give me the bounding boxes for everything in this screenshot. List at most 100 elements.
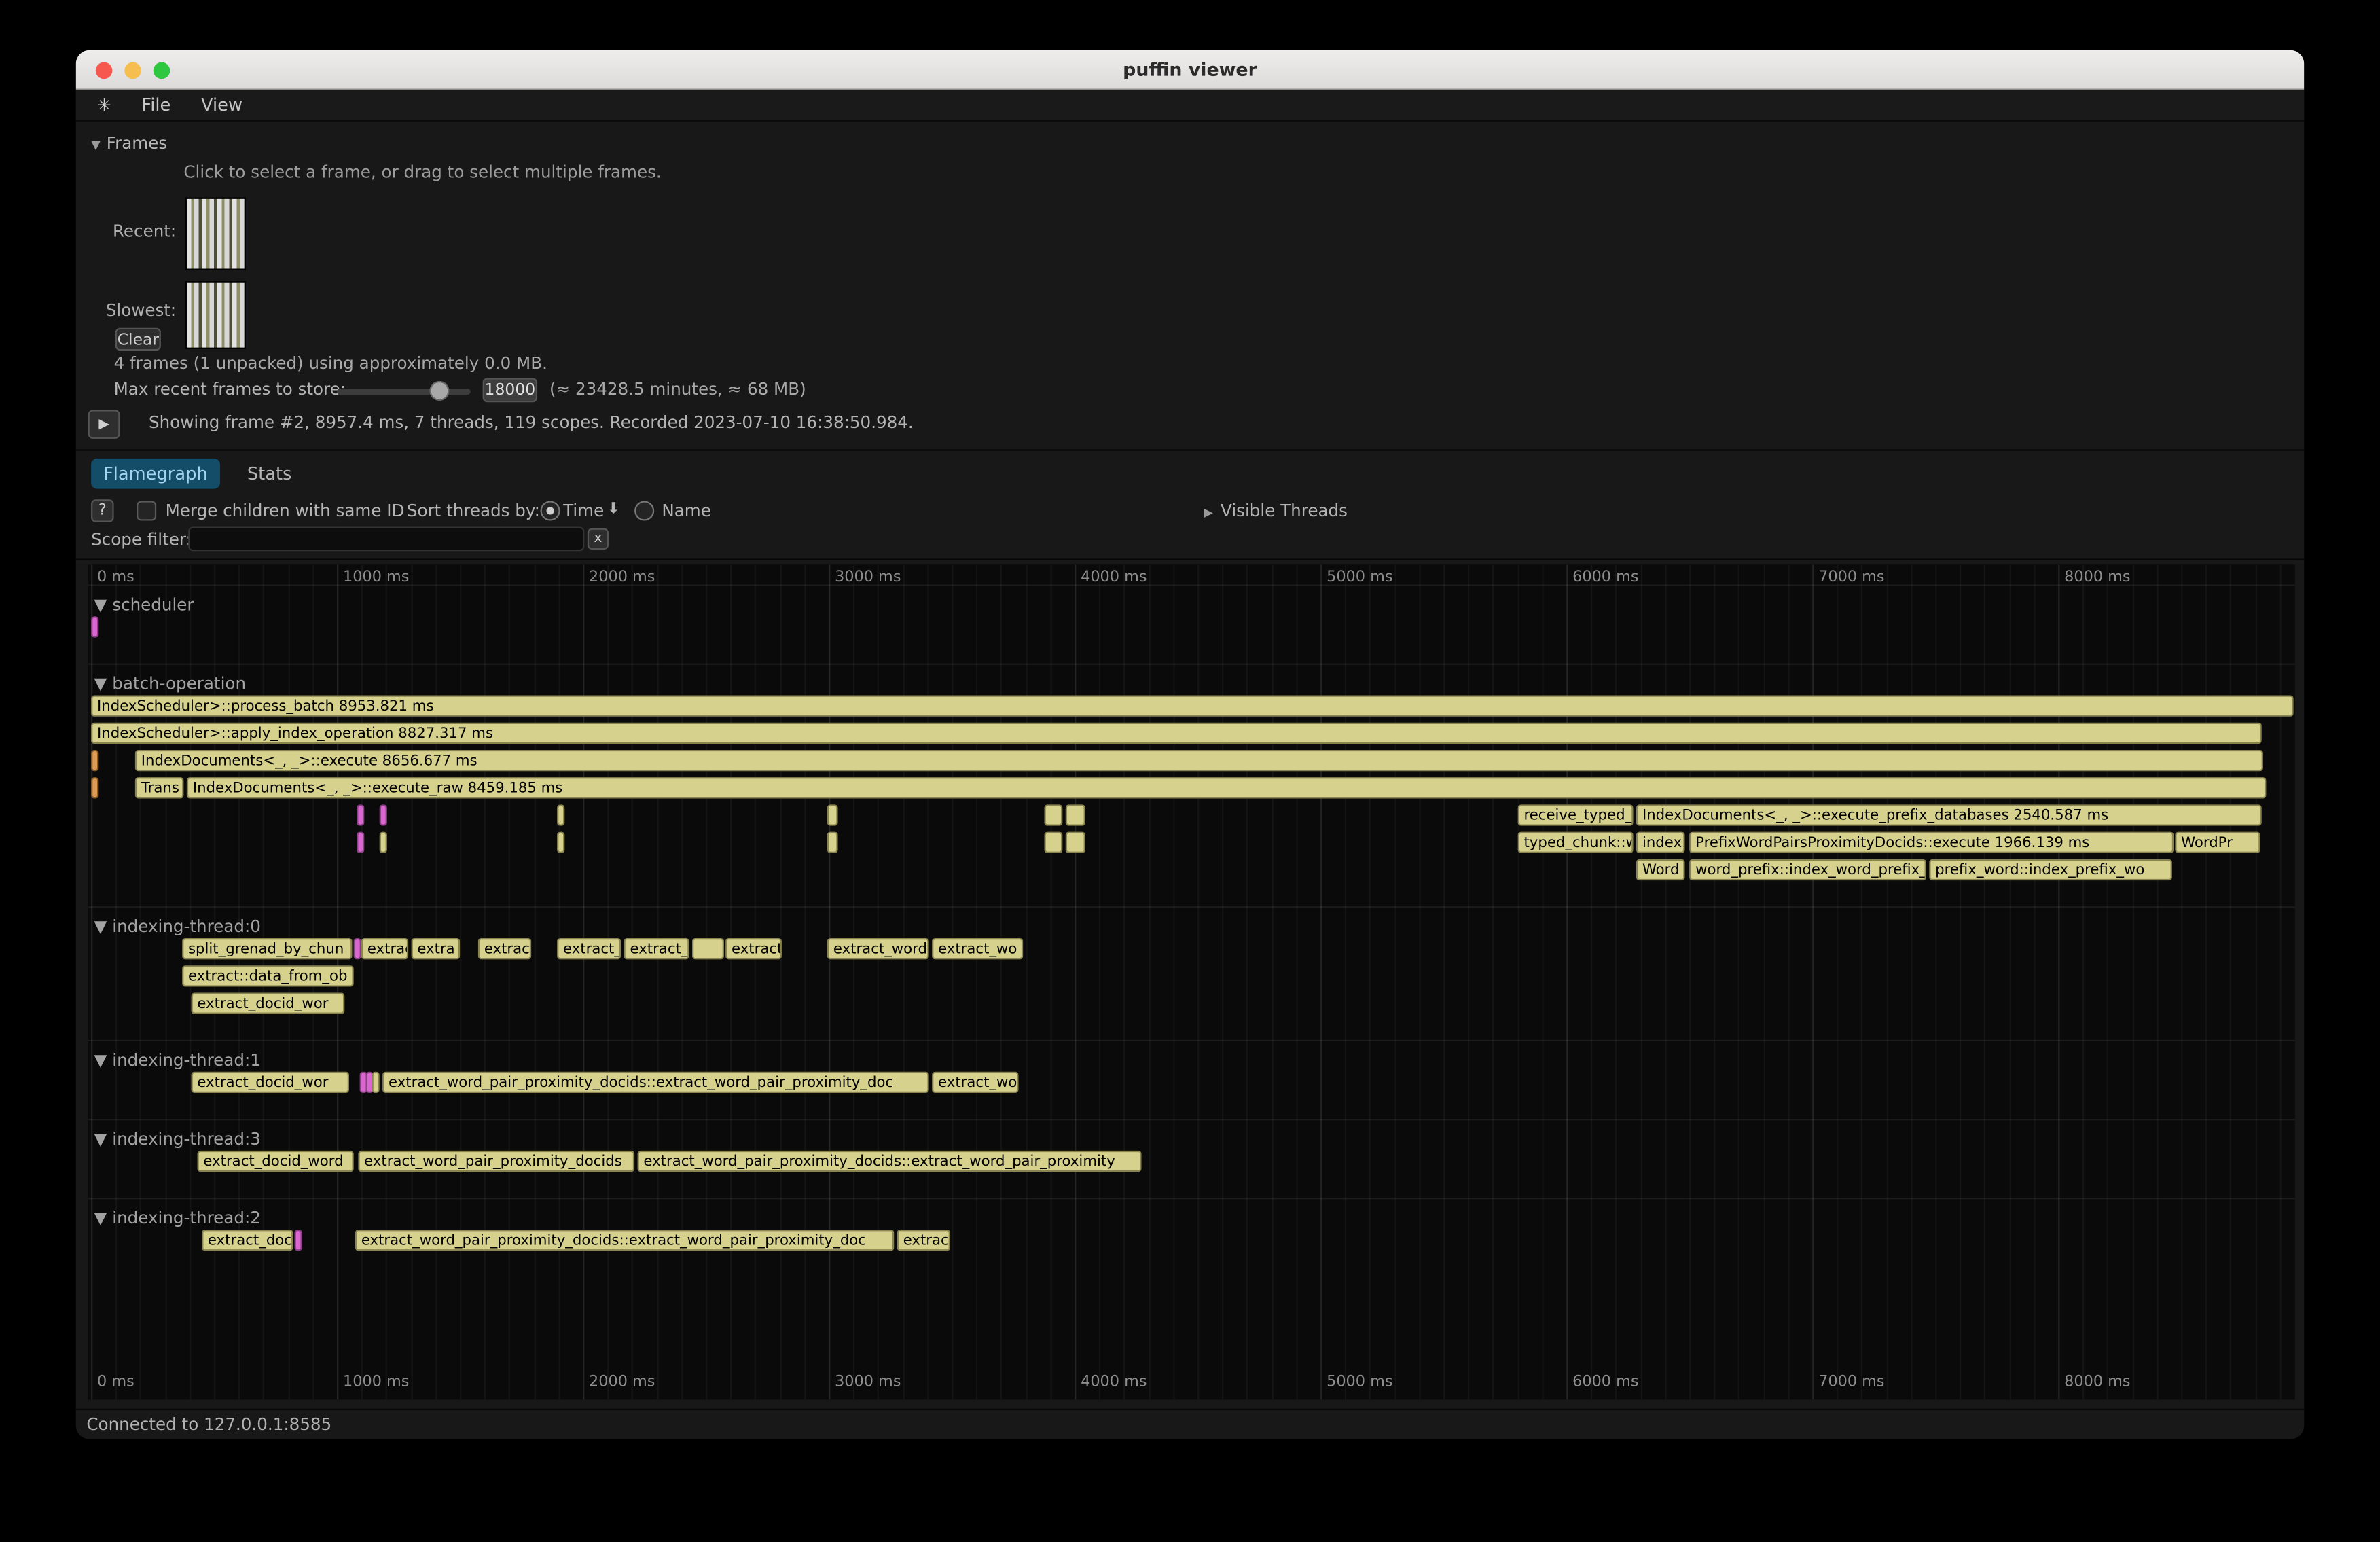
clear-filter-button[interactable]: x	[588, 528, 609, 550]
scope-span[interactable]: receive_typed_	[1518, 804, 1634, 825]
sort-time-radio[interactable]	[541, 501, 560, 520]
scope-span[interactable]: prefix_word::index_prefix_wo	[1929, 859, 2172, 880]
scope-span[interactable]	[692, 938, 724, 959]
scope-span[interactable]: extract_doc	[202, 1230, 293, 1251]
scope-span[interactable]	[372, 1072, 380, 1093]
thread-header-batch-operation[interactable]: ▼ batch-operation	[94, 674, 246, 695]
scope-span[interactable]: extract_	[624, 938, 689, 959]
minimize-button[interactable]	[124, 62, 141, 79]
gridline	[706, 564, 707, 1399]
scope-span[interactable]: extrac	[478, 938, 531, 959]
sort-name-radio[interactable]	[634, 501, 654, 520]
scope-span[interactable]: extract_word_pair_proximity_docids::extr…	[382, 1072, 928, 1093]
scope-span[interactable]: extract_docid_wor	[191, 992, 344, 1014]
scope-filter-input[interactable]	[188, 526, 584, 551]
gridline	[657, 564, 658, 1399]
scope-span[interactable]: Word	[1636, 859, 1685, 880]
flamegraph-canvas[interactable]: 0 ms0 ms1000 ms1000 ms2000 ms2000 ms3000…	[88, 564, 2295, 1399]
visible-threads-toggle[interactable]: ▶Visible Threads	[1204, 501, 1348, 520]
scope-span[interactable]: IndexScheduler>::process_batch 8953.821 …	[91, 695, 2292, 716]
scope-span[interactable]: IndexDocuments<_, _>::execute_prefix_dat…	[1636, 804, 2261, 825]
scope-span[interactable]: extract_docid_word	[197, 1151, 353, 1172]
scope-span[interactable]	[91, 777, 98, 798]
thread-header-indexing-thread-3[interactable]: ▼ indexing-thread:3	[94, 1130, 261, 1151]
slider-knob[interactable]	[429, 381, 449, 401]
scope-span[interactable]: extract_wo	[932, 938, 1023, 959]
scope-span[interactable]: WordPr	[2175, 832, 2260, 853]
sort-name-label[interactable]: Name	[662, 501, 711, 520]
scope-span[interactable]	[827, 804, 838, 825]
scope-span[interactable]	[557, 804, 564, 825]
scope-span[interactable]: extract	[361, 938, 408, 959]
axis-tick-label: 1000 ms	[343, 569, 409, 586]
menu-view[interactable]: View	[201, 94, 242, 115]
thread-header-scheduler[interactable]: ▼ scheduler	[94, 595, 194, 616]
title-bar[interactable]: puffin viewer	[76, 50, 2305, 90]
axis-tick-label: 0 ms	[97, 569, 134, 586]
scope-span[interactable]	[1066, 804, 1085, 825]
scope-span[interactable]: word_prefix::index_word_prefix_	[1689, 859, 1926, 880]
scope-span[interactable]: typed_chunk::w	[1518, 832, 1634, 853]
scope-span[interactable]: extract_docid_wor	[191, 1072, 348, 1093]
clear-button[interactable]: Clear	[115, 328, 161, 351]
scope-span[interactable]	[827, 832, 838, 853]
thread-header-indexing-thread-2[interactable]: ▼ indexing-thread:2	[94, 1208, 261, 1230]
scope-span[interactable]: extrac	[897, 1230, 950, 1251]
scope-span[interactable]	[1066, 832, 1085, 853]
scope-span[interactable]: extract_	[557, 938, 621, 959]
scope-span[interactable]: extract	[725, 938, 782, 959]
gridline	[1689, 564, 1691, 1399]
merge-checkbox[interactable]	[137, 501, 156, 520]
scope-span[interactable]: PrefixWordPairsProximityDocids::execute …	[1689, 832, 2173, 853]
thread-header-indexing-thread-1[interactable]: ▼ indexing-thread:1	[94, 1050, 261, 1071]
scope-span[interactable]: extract_word_pair_proximity_docids::extr…	[355, 1230, 894, 1251]
connection-status: Connected to 127.0.0.1:8585	[86, 1415, 331, 1435]
menu-file[interactable]: File	[141, 94, 170, 115]
scope-span[interactable]: extract_word	[827, 938, 929, 959]
gridline	[2034, 564, 2035, 1399]
max-frames-value[interactable]: 18000	[483, 378, 537, 402]
scope-span[interactable]	[557, 832, 564, 853]
scope-span[interactable]: extract_word_pair_proximity_docids	[358, 1151, 634, 1172]
close-button[interactable]	[96, 62, 113, 79]
scope-span[interactable]: split_grenad_by_chun	[182, 938, 352, 959]
gridline	[1985, 564, 1986, 1399]
scope-span[interactable]	[1045, 804, 1063, 825]
frames-header[interactable]: ▼Frames	[91, 134, 167, 154]
scope-span[interactable]: IndexDocuments<_, _>::execute_raw 8459.1…	[187, 777, 2267, 798]
scope-span[interactable]: extra	[411, 938, 460, 959]
scope-span[interactable]	[294, 1230, 302, 1251]
zoom-button[interactable]	[154, 62, 170, 79]
scope-span[interactable]: extract::data_from_ob	[182, 965, 354, 986]
theme-icon[interactable]: ✳	[97, 95, 111, 115]
thread-header-indexing-thread-0[interactable]: ▼ indexing-thread:0	[94, 917, 261, 938]
scope-span[interactable]	[1045, 832, 1063, 853]
scope-span[interactable]	[380, 832, 387, 853]
scope-span[interactable]	[354, 938, 361, 959]
gridline	[1026, 564, 1027, 1399]
scope-span[interactable]	[91, 616, 98, 637]
scope-span[interactable]: extract_wo	[932, 1072, 1018, 1093]
tab-flamegraph[interactable]: Flamegraph	[91, 459, 220, 489]
recent-frames-thumbnail[interactable]	[185, 198, 246, 270]
sort-time-label[interactable]: Time	[563, 501, 604, 520]
merge-label[interactable]: Merge children with same ID	[166, 501, 405, 520]
sort-direction-icon[interactable]: ⬇	[607, 501, 620, 518]
scope-span[interactable]	[380, 804, 387, 825]
tab-stats[interactable]: Stats	[235, 459, 304, 489]
scope-span[interactable]: index	[1636, 832, 1685, 853]
menu-bar: ✳ File View	[76, 90, 2305, 122]
scope-span[interactable]: extract_word_pair_proximity_docids::extr…	[637, 1151, 1141, 1172]
slowest-frames-thumbnail[interactable]	[185, 281, 246, 349]
scope-span[interactable]	[357, 832, 364, 853]
scope-span[interactable]	[357, 804, 364, 825]
gridline	[1320, 564, 1322, 1399]
scope-span[interactable]: IndexScheduler>::apply_index_operation 8…	[91, 723, 2262, 744]
play-button[interactable]: ▶	[88, 410, 120, 438]
scope-span[interactable]	[91, 750, 98, 771]
scope-span[interactable]: Trans	[135, 777, 184, 798]
scope-span[interactable]: IndexDocuments<_, _>::execute 8656.677 m…	[135, 750, 2264, 771]
max-frames-slider[interactable]	[337, 389, 471, 395]
help-button[interactable]: ?	[91, 499, 114, 522]
window-controls	[96, 62, 170, 79]
